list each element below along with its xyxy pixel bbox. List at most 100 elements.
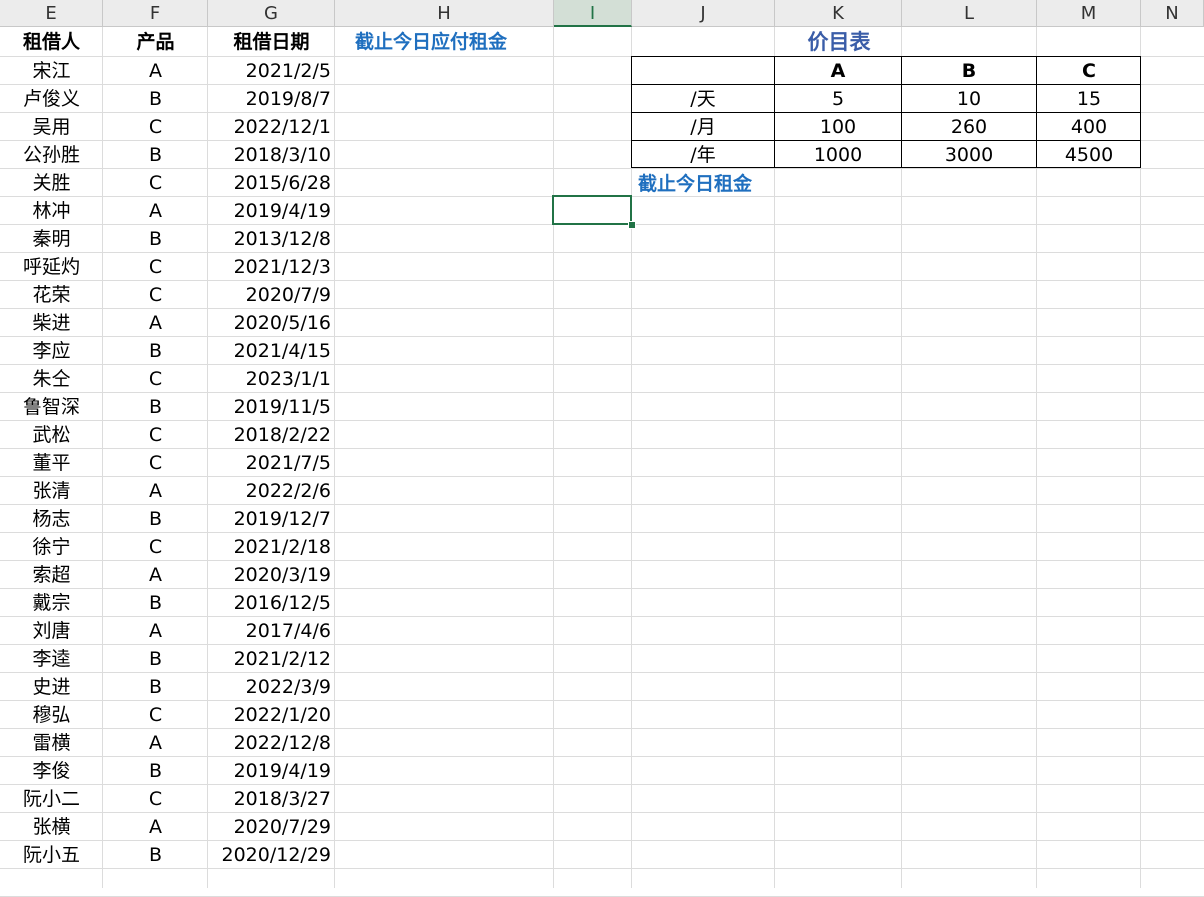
cell-product[interactable]: A <box>103 813 208 841</box>
cell-renter[interactable]: 卢俊义 <box>0 85 103 113</box>
column-header-n[interactable]: N <box>1141 0 1204 27</box>
column-header-k[interactable]: K <box>775 0 902 27</box>
cell-date[interactable]: 2021/4/15 <box>208 337 335 365</box>
cell-date[interactable]: 2018/2/22 <box>208 421 335 449</box>
cell-renter[interactable]: 索超 <box>0 561 103 589</box>
cell-product[interactable]: A <box>103 309 208 337</box>
cell-renter[interactable]: 柴进 <box>0 309 103 337</box>
cell-renter[interactable]: 阮小五 <box>0 841 103 869</box>
cell-product[interactable]: A <box>103 561 208 589</box>
cell-date[interactable]: 2021/2/5 <box>208 57 335 85</box>
cell-date[interactable]: 2015/6/28 <box>208 169 335 197</box>
label-today-rent[interactable]: 截止今日租金 <box>634 170 834 198</box>
cell-date[interactable]: 2022/12/8 <box>208 729 335 757</box>
cell-renter[interactable]: 武松 <box>0 421 103 449</box>
price-year-a[interactable]: 1000 <box>775 141 901 169</box>
cell-renter[interactable]: 吴用 <box>0 113 103 141</box>
column-header-j[interactable]: J <box>632 0 775 27</box>
price-year-c[interactable]: 4500 <box>1037 141 1141 169</box>
price-day-c[interactable]: 15 <box>1037 85 1141 113</box>
price-header-b[interactable]: B <box>902 57 1036 85</box>
column-header-g[interactable]: G <box>208 0 335 27</box>
cell-date[interactable]: 2018/3/10 <box>208 141 335 169</box>
cell-renter[interactable]: 花荣 <box>0 281 103 309</box>
cell-date[interactable]: 2020/12/29 <box>208 841 335 869</box>
cell-date[interactable]: 2016/12/5 <box>208 589 335 617</box>
cell-renter[interactable]: 呼延灼 <box>0 253 103 281</box>
cell-renter[interactable]: 杨志 <box>0 505 103 533</box>
price-month-c[interactable]: 400 <box>1037 113 1141 141</box>
cell-renter[interactable]: 史进 <box>0 673 103 701</box>
cell-product[interactable]: B <box>103 225 208 253</box>
column-header-e[interactable]: E <box>0 0 103 27</box>
cell-date[interactable]: 2020/3/19 <box>208 561 335 589</box>
cell-date[interactable]: 2019/12/7 <box>208 505 335 533</box>
price-row-label-month[interactable]: /月 <box>632 113 774 141</box>
cell-product[interactable]: A <box>103 617 208 645</box>
cell-date[interactable]: 2020/7/9 <box>208 281 335 309</box>
cell-renter[interactable]: 李俊 <box>0 757 103 785</box>
cell-renter[interactable]: 张清 <box>0 477 103 505</box>
cell-date[interactable]: 2018/3/27 <box>208 785 335 813</box>
price-year-b[interactable]: 3000 <box>902 141 1036 169</box>
cell-date[interactable]: 2020/5/16 <box>208 309 335 337</box>
fill-handle[interactable] <box>628 221 636 229</box>
column-header-i[interactable]: I <box>554 0 632 27</box>
price-day-b[interactable]: 10 <box>902 85 1036 113</box>
cell-product[interactable]: B <box>103 589 208 617</box>
cell-product[interactable]: C <box>103 701 208 729</box>
cell-date[interactable]: 2023/1/1 <box>208 365 335 393</box>
cell-renter[interactable]: 董平 <box>0 449 103 477</box>
cell-product[interactable]: B <box>103 757 208 785</box>
cell-renter[interactable]: 穆弘 <box>0 701 103 729</box>
cell-product[interactable]: B <box>103 841 208 869</box>
header-date[interactable]: 租借日期 <box>208 28 335 56</box>
cell-renter[interactable]: 张横 <box>0 813 103 841</box>
cell-product[interactable]: C <box>103 533 208 561</box>
cell-renter[interactable]: 徐宁 <box>0 533 103 561</box>
cell-date[interactable]: 2019/8/7 <box>208 85 335 113</box>
cell-renter[interactable]: 戴宗 <box>0 589 103 617</box>
price-table-title[interactable]: 价目表 <box>632 28 1046 56</box>
cell-date[interactable]: 2019/11/5 <box>208 393 335 421</box>
cell-date[interactable]: 2021/7/5 <box>208 449 335 477</box>
cell-product[interactable]: B <box>103 141 208 169</box>
cell-renter[interactable]: 秦明 <box>0 225 103 253</box>
cell-product[interactable]: B <box>103 645 208 673</box>
column-header-h[interactable]: H <box>335 0 554 27</box>
price-month-b[interactable]: 260 <box>902 113 1036 141</box>
cell-renter[interactable]: 李应 <box>0 337 103 365</box>
cell-product[interactable]: A <box>103 477 208 505</box>
cell-renter[interactable]: 鲁智深 <box>0 393 103 421</box>
cell-date[interactable]: 2021/2/18 <box>208 533 335 561</box>
cell-date[interactable]: 2022/2/6 <box>208 477 335 505</box>
cell-date[interactable]: 2020/7/29 <box>208 813 335 841</box>
cell-product[interactable]: A <box>103 57 208 85</box>
cell-product[interactable]: B <box>103 393 208 421</box>
cell-date[interactable]: 2021/2/12 <box>208 645 335 673</box>
column-header-l[interactable]: L <box>902 0 1037 27</box>
cell-product[interactable]: C <box>103 169 208 197</box>
cell-product[interactable]: C <box>103 113 208 141</box>
spreadsheet-grid[interactable]: E F G H I J K L M N 租借人 产品 租借日期 截止今日应付租金… <box>0 0 1204 897</box>
price-day-a[interactable]: 5 <box>775 85 901 113</box>
cell-date[interactable]: 2022/1/20 <box>208 701 335 729</box>
cell-product[interactable]: B <box>103 505 208 533</box>
cell-renter[interactable]: 公孙胜 <box>0 141 103 169</box>
cell-renter[interactable]: 刘唐 <box>0 617 103 645</box>
cell-renter[interactable]: 李逵 <box>0 645 103 673</box>
cell-date[interactable]: 2019/4/19 <box>208 757 335 785</box>
price-month-a[interactable]: 100 <box>775 113 901 141</box>
cell-date[interactable]: 2021/12/3 <box>208 253 335 281</box>
cell-product[interactable]: A <box>103 197 208 225</box>
cell-product[interactable]: C <box>103 365 208 393</box>
cell-date[interactable]: 2022/3/9 <box>208 673 335 701</box>
cell-product[interactable]: B <box>103 337 208 365</box>
cell-product[interactable]: C <box>103 421 208 449</box>
cell-product[interactable]: B <box>103 673 208 701</box>
cell-date[interactable]: 2013/12/8 <box>208 225 335 253</box>
cell-date[interactable]: 2017/4/6 <box>208 617 335 645</box>
header-product[interactable]: 产品 <box>103 28 208 56</box>
cell-renter[interactable]: 阮小二 <box>0 785 103 813</box>
column-header-m[interactable]: M <box>1037 0 1141 27</box>
